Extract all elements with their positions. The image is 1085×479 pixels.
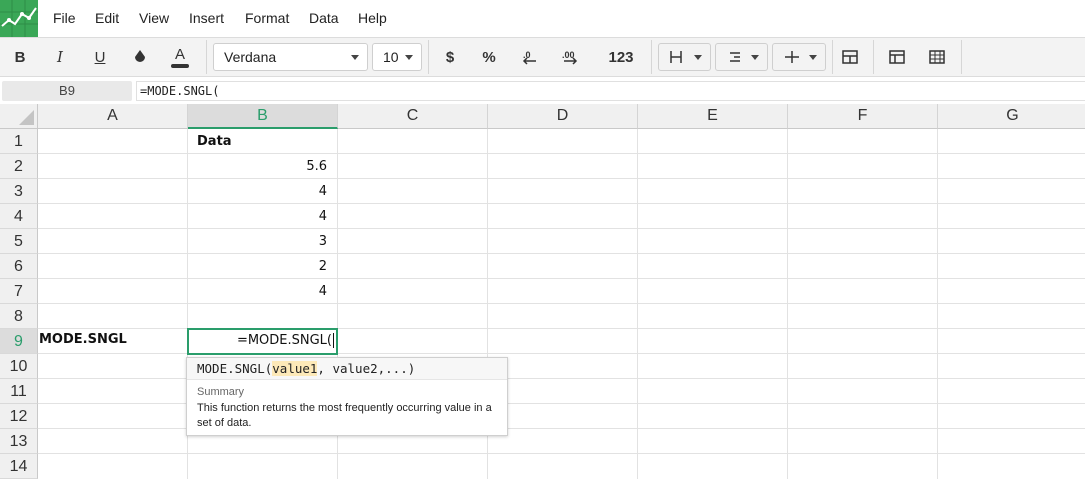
formula-input[interactable]: =MODE.SNGL(	[136, 81, 1085, 101]
increase-decimal-icon: .00	[562, 50, 578, 65]
row-header-11[interactable]: 11	[0, 379, 38, 404]
row-header-1[interactable]: 1	[0, 129, 38, 154]
cell-b5[interactable]: 3	[188, 229, 337, 254]
text-color-icon: A	[174, 45, 185, 63]
column-header-e[interactable]: E	[638, 104, 788, 129]
row-header-2[interactable]: 2	[0, 154, 38, 179]
text-color-button[interactable]: A	[160, 38, 200, 76]
summary-title: Summary	[197, 386, 245, 398]
row-header-7[interactable]: 7	[0, 279, 38, 304]
row-header-10[interactable]: 10	[0, 354, 38, 379]
menu-help[interactable]: Help	[358, 10, 387, 26]
decrease-decimal-icon: .0	[522, 50, 536, 65]
remaining-arguments: , value2,...)	[317, 361, 416, 376]
font-family-select[interactable]: Verdana	[213, 43, 368, 71]
cell-reference-box[interactable]: B9	[2, 81, 132, 101]
chevron-down-icon	[694, 55, 702, 60]
menu-view[interactable]: View	[139, 10, 169, 26]
active-cell-editor[interactable]: =MODE.SNGL(	[187, 328, 338, 355]
function-name: MODE.SNGL(	[197, 361, 273, 376]
number-format-button[interactable]: 123	[597, 38, 645, 76]
cell-a9[interactable]: MODE.SNGL	[39, 327, 187, 352]
merge-cells-button[interactable]	[830, 38, 870, 76]
vertical-align-dropdown[interactable]	[772, 43, 826, 71]
row-header-8[interactable]: 8	[0, 304, 38, 329]
font-size-value: 10	[383, 49, 399, 65]
cell-b2[interactable]: 5.6	[188, 154, 337, 179]
menu-file[interactable]: File	[53, 10, 76, 26]
freeze-columns-icon	[929, 50, 945, 64]
corner-triangle-icon	[19, 110, 34, 125]
chevron-down-icon	[809, 55, 817, 60]
row-header-6[interactable]: 6	[0, 254, 38, 279]
formula-bar: B9 =MODE.SNGL(	[0, 78, 1085, 104]
menu-data[interactable]: Data	[309, 10, 339, 26]
toolbar: B I U A Verdana 10 $ % .0 .00 123	[0, 37, 1085, 77]
menu-edit[interactable]: Edit	[95, 10, 119, 26]
chevron-down-icon	[405, 55, 413, 60]
increase-decimal-button[interactable]: .00	[551, 38, 591, 76]
row-header-5[interactable]: 5	[0, 229, 38, 254]
row-header-4[interactable]: 4	[0, 204, 38, 229]
italic-button[interactable]: I	[40, 38, 80, 76]
column-header-g[interactable]: G	[938, 104, 1085, 129]
merge-cells-icon	[842, 50, 858, 64]
select-all-corner[interactable]	[0, 104, 38, 129]
column-header-a[interactable]: A	[38, 104, 188, 129]
vertical-align-icon	[785, 51, 799, 63]
fill-color-button[interactable]	[120, 38, 160, 76]
column-header-b[interactable]: B	[188, 104, 338, 129]
decrease-decimal-button[interactable]: .0	[510, 38, 550, 76]
row-header-13[interactable]: 13	[0, 429, 38, 454]
app-logo-icon[interactable]	[0, 0, 38, 37]
row-header-9[interactable]: 9	[0, 329, 38, 354]
cell-b1[interactable]: Data	[197, 129, 337, 154]
freeze-rows-icon	[889, 50, 905, 64]
column-header-c[interactable]: C	[338, 104, 488, 129]
cell-b6[interactable]: 2	[188, 254, 337, 279]
cell-b3[interactable]: 4	[188, 179, 337, 204]
cell-b4[interactable]: 4	[188, 204, 337, 229]
summary-text: This function returns the most frequentl…	[197, 402, 492, 429]
row-header-12[interactable]: 12	[0, 404, 38, 429]
currency-format-button[interactable]: $	[430, 38, 470, 76]
row-header-14[interactable]: 14	[0, 454, 38, 479]
chevron-down-icon	[351, 55, 359, 60]
menu-format[interactable]: Format	[245, 10, 289, 26]
function-signature: MODE.SNGL(value1, value2,...)	[187, 358, 507, 380]
font-family-value: Verdana	[224, 49, 277, 65]
cell-b7[interactable]: 4	[188, 279, 337, 304]
function-hint-popup: MODE.SNGL(value1, value2,...) Summary Th…	[186, 357, 508, 436]
column-header-f[interactable]: F	[788, 104, 938, 129]
borders-dropdown[interactable]	[658, 43, 711, 71]
cell-b9: =MODE.SNGL(	[236, 333, 332, 348]
freeze-rows-button[interactable]	[877, 38, 917, 76]
menu-insert[interactable]: Insert	[189, 10, 224, 26]
menu-bar: File Edit View Insert Format Data Help	[0, 0, 1085, 37]
text-cursor	[333, 333, 334, 348]
align-right-icon	[730, 52, 740, 62]
chevron-down-icon	[751, 55, 759, 60]
row-header-3[interactable]: 3	[0, 179, 38, 204]
font-size-select[interactable]: 10	[372, 43, 422, 71]
percent-format-button[interactable]: %	[469, 38, 509, 76]
bold-button[interactable]: B	[0, 38, 40, 76]
current-argument: value1	[272, 361, 318, 376]
column-header-d[interactable]: D	[488, 104, 638, 129]
borders-icon	[670, 51, 682, 63]
underline-button[interactable]: U	[80, 38, 120, 76]
fill-color-icon	[135, 50, 145, 62]
spreadsheet-grid: A B C D E F G 1 2 3 4 5 6 7 8 9 10 11 12…	[0, 104, 1085, 479]
align-dropdown[interactable]	[715, 43, 768, 71]
freeze-columns-button[interactable]	[917, 38, 957, 76]
